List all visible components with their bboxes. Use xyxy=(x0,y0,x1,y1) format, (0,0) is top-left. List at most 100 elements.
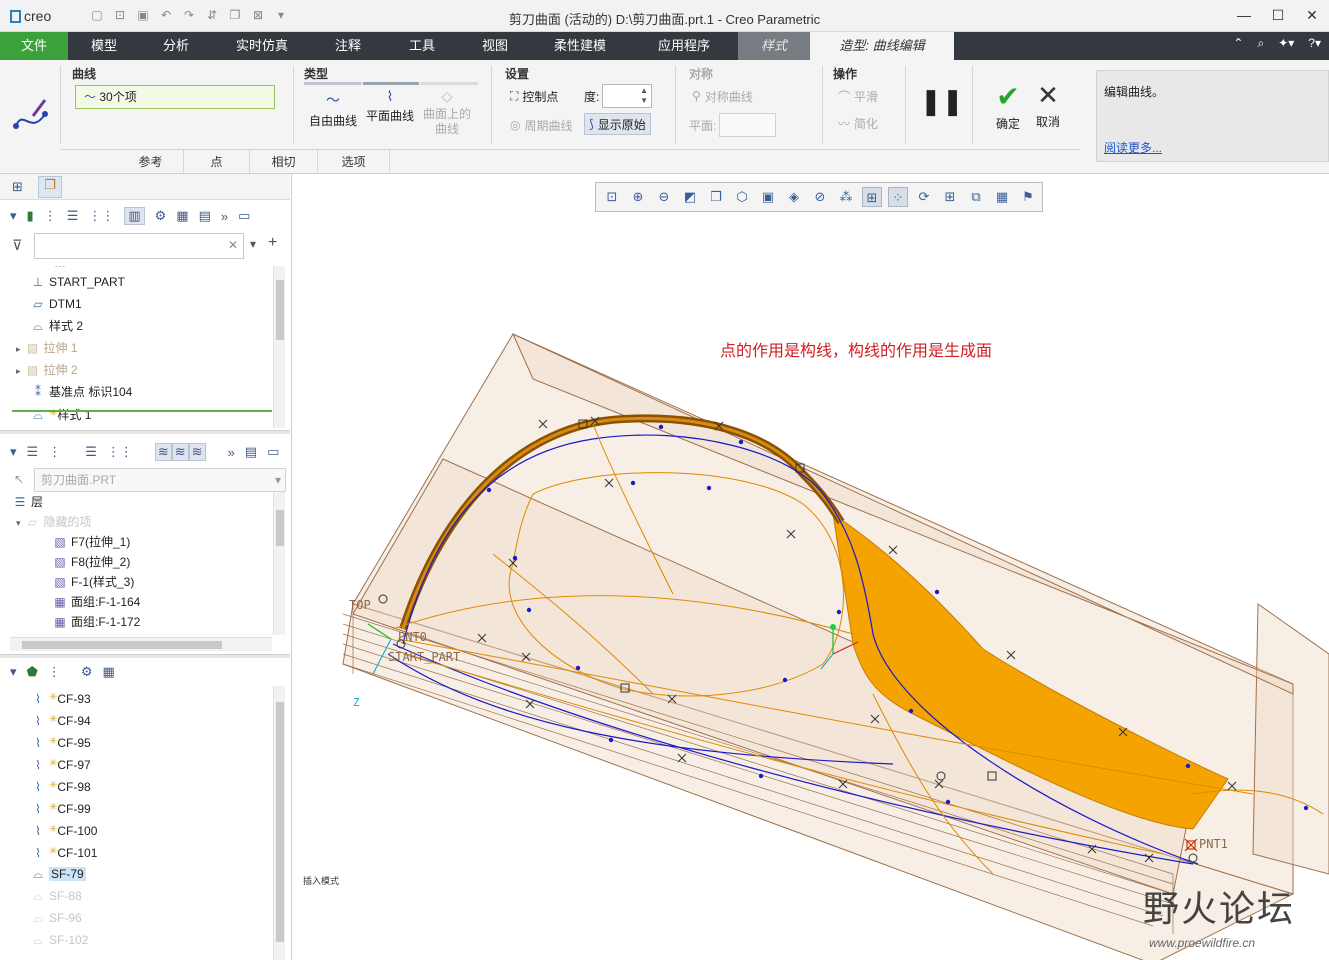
style-tree-item[interactable]: ⌇ ✳CF-97 xyxy=(30,754,91,774)
expand-more-icon[interactable]: » xyxy=(221,209,228,224)
style-tree-settings-icon[interactable]: ⚙ xyxy=(81,664,93,680)
ribbon-collapse-icon[interactable]: ⌃ xyxy=(1233,36,1243,51)
symmetry-plane-field[interactable] xyxy=(719,113,776,137)
style-tree-item[interactable]: ⌇ ✳CF-93 xyxy=(30,688,91,708)
model-tree-item[interactable]: ⁑ 基准点 标识104 xyxy=(30,382,132,402)
minimize-button[interactable]: — xyxy=(1227,0,1261,32)
customize-icon[interactable]: ▾ xyxy=(274,9,288,22)
tab-model[interactable]: 模型 xyxy=(68,32,140,60)
layer-item[interactable]: ▧ F8(拉伸_2) xyxy=(52,552,130,572)
subtab-point[interactable]: 点 xyxy=(184,150,250,174)
layer-item[interactable]: ▧ F-1(样式_3) xyxy=(52,572,134,592)
collapse-arrow-icon[interactable]: ▾ xyxy=(10,208,17,224)
plane-curve-button[interactable]: ⌇ 平面曲线 xyxy=(362,88,418,124)
folder-browser-tab-icon[interactable]: ❐ xyxy=(38,176,62,198)
layer-list-icon[interactable]: ☰ xyxy=(85,444,97,460)
ok-button[interactable]: ✔ 确定 xyxy=(988,80,1028,132)
expand-arrow-icon[interactable]: ▸ xyxy=(16,366,21,376)
search-icon[interactable]: ⌕ xyxy=(1257,36,1264,51)
spinner-arrows-icon[interactable]: ▲ ▼ xyxy=(640,86,648,106)
regenerate-icon[interactable]: ⇵ xyxy=(205,9,219,22)
style-tree-item[interactable]: ⌇ ✳CF-98 xyxy=(30,776,91,796)
more-icon[interactable]: ⋮ xyxy=(48,664,61,680)
close-window-icon[interactable]: ⊠ xyxy=(251,9,265,22)
style-tree-item[interactable]: ⌇ ✳CF-101 xyxy=(30,842,97,862)
read-more-link[interactable]: 阅读更多... xyxy=(1104,139,1162,156)
tab-view[interactable]: 视图 xyxy=(460,32,530,60)
simplify-button[interactable]: 〰简化 xyxy=(834,112,882,134)
redo-icon[interactable]: ↷ xyxy=(182,9,196,22)
model-tree-item[interactable]: ⌓ ✳样式 1 xyxy=(30,404,91,424)
tree-filter-icon[interactable]: ▥ xyxy=(124,207,145,225)
layer-tree-root[interactable]: ☰ 层 xyxy=(12,492,43,512)
model-tree-item[interactable]: ▸ ▧ 拉伸 2 xyxy=(16,360,78,380)
tree-settings-icon[interactable]: ⚙ xyxy=(155,208,167,224)
hidden-items-group[interactable]: ▾ ▱ 隐藏的项 xyxy=(16,512,92,532)
active-part-select[interactable]: 剪刀曲面.PRT ▾ xyxy=(34,468,286,492)
collapse-arrow-icon[interactable]: ▾ xyxy=(10,664,17,680)
style-tree-scrollbar[interactable] xyxy=(273,686,285,960)
insert-indicator[interactable] xyxy=(12,410,272,412)
notes-icon[interactable]: ▭ xyxy=(238,208,250,224)
close-button[interactable]: ✕ xyxy=(1295,0,1329,32)
collapse-arrow-icon[interactable]: ▾ xyxy=(10,444,17,460)
style-tree-item[interactable]: ⌇ ✳CF-94 xyxy=(30,710,91,730)
tab-flexible-modeling[interactable]: 柔性建模 xyxy=(530,32,630,60)
show-original-toggle[interactable]: ⟆ 显示原始 xyxy=(584,113,651,135)
layers-icon[interactable]: ☰ xyxy=(27,444,39,460)
style-tree-item[interactable]: ⌓ SF-79 xyxy=(30,864,86,884)
style-tree-item[interactable]: ⌓ SF-88 xyxy=(30,886,81,906)
layer-tree-hscrollbar[interactable] xyxy=(10,637,272,651)
tab-tools[interactable]: 工具 xyxy=(384,32,460,60)
details-icon[interactable]: ▤ xyxy=(199,208,211,224)
new-icon[interactable]: ▢ xyxy=(90,9,104,22)
tab-annotate[interactable]: 注释 xyxy=(312,32,384,60)
style-tree-item[interactable]: ⌓ SF-102 xyxy=(30,930,88,950)
layer-isolate-icon[interactable]: ≋ xyxy=(188,443,206,461)
cancel-button[interactable]: ✕ 取消 xyxy=(1030,80,1066,130)
subtab-tangent[interactable]: 相切 xyxy=(250,150,318,174)
smooth-button[interactable]: ⌒ 平滑 xyxy=(834,85,882,107)
layer-columns-icon[interactable]: ⋮⋮ xyxy=(107,444,133,460)
style-tree-item[interactable]: ⌇ ✳CF-100 xyxy=(30,820,97,840)
dropdown-arrow-icon[interactable]: ▾ xyxy=(275,469,281,491)
tab-applications[interactable]: 应用程序 xyxy=(630,32,738,60)
filter-icon[interactable]: ⊽ xyxy=(12,237,22,254)
tab-style[interactable]: 样式 xyxy=(738,32,810,60)
periodic-curve-button[interactable]: ◎ 周期曲线 xyxy=(506,114,577,136)
graphics-window[interactable]: ⊡ ⊕ ⊖ ◩ ❒ ⬡ ▣ ◈ ⊘ ⁂ ⊞ ⁘ ⟳ ⊞ ⧉ ▦ ⚑ TOP PN… xyxy=(293,174,1329,960)
tab-live-simulation[interactable]: 实时仿真 xyxy=(212,32,312,60)
model-tree-item[interactable]: ⊥ START_PART xyxy=(30,272,125,292)
model-tree-tab-icon[interactable]: ⊞ xyxy=(12,179,23,195)
layer-item[interactable]: ▦ 面组:F-1-172 xyxy=(52,612,140,632)
show-icon[interactable]: ▦ xyxy=(176,208,188,224)
tab-file[interactable]: 文件 xyxy=(0,32,68,60)
model-tree-icon[interactable]: ▮ xyxy=(27,208,34,224)
model-tree-scrollbar[interactable] xyxy=(273,266,285,428)
model-geometry[interactable]: TOP PNT0 START_PART PNT1 Z xyxy=(293,174,1329,960)
curve-collector[interactable]: 〜 30个项 xyxy=(75,85,275,109)
more-icon[interactable]: ⋮ xyxy=(44,208,57,224)
user-menu-icon[interactable]: ?▾ xyxy=(1308,36,1321,51)
more-icon[interactable]: ⋮ xyxy=(48,444,61,460)
notes-icon[interactable]: ▭ xyxy=(267,444,279,460)
layer-props-icon[interactable]: ▤ xyxy=(245,444,257,460)
pause-button[interactable]: ❚❚ xyxy=(920,86,964,117)
model-tree-item[interactable]: ▱ DTM1 xyxy=(30,294,81,314)
subtab-references[interactable]: 参考 xyxy=(118,150,184,174)
tab-analysis[interactable]: 分析 xyxy=(140,32,212,60)
tree-list-icon[interactable]: ☰ xyxy=(67,208,79,224)
add-filter-icon[interactable]: + xyxy=(268,234,277,252)
degree-spinner[interactable]: ▲ ▼ xyxy=(602,84,652,108)
layer-hide-icon[interactable]: ≋ xyxy=(171,443,189,461)
help-menu-icon[interactable]: ✦▾ xyxy=(1278,36,1294,51)
subtab-options[interactable]: 选项 xyxy=(318,150,390,174)
save-icon[interactable]: ▣ xyxy=(136,9,150,22)
symmetric-curve-button[interactable]: ⚲ 对称曲线 xyxy=(688,85,757,107)
tab-curve-edit[interactable]: 造型: 曲线编辑 xyxy=(810,32,954,60)
clear-search-icon[interactable]: ✕ xyxy=(228,238,238,252)
expand-arrow-icon[interactable]: ▸ xyxy=(16,344,21,354)
layer-show-icon[interactable]: ≋ xyxy=(154,443,172,461)
style-tree-item[interactable]: ⌇ ✳CF-99 xyxy=(30,798,91,818)
search-dropdown-icon[interactable]: ▾ xyxy=(250,237,256,251)
